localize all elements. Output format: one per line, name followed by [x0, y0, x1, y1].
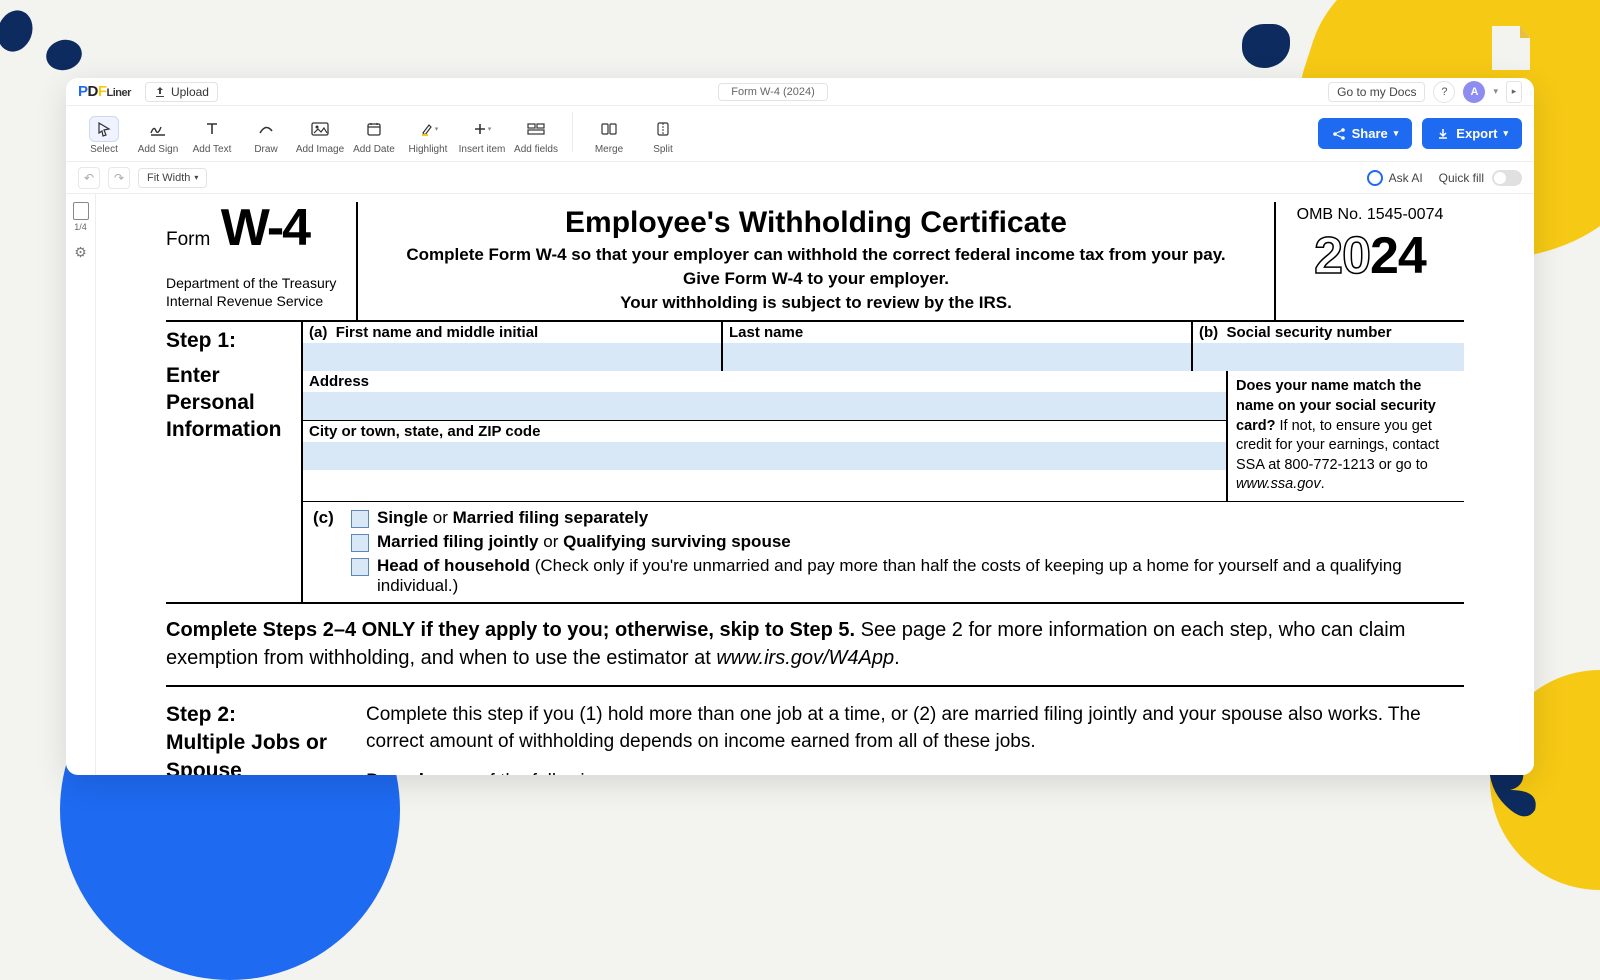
form-title: Employee's Withholding Certificate [368, 206, 1264, 240]
decorative-blob [0, 0, 110, 90]
brand-logo[interactable]: PDFLiner [78, 83, 131, 100]
calendar-icon [359, 116, 389, 142]
merge-tool[interactable]: Merge [583, 112, 635, 155]
collapse-button[interactable]: ▸ [1506, 81, 1522, 103]
address-field[interactable] [303, 392, 1226, 420]
add-date-tool[interactable]: Add Date [348, 112, 400, 155]
step-note: Complete Steps 2–4 ONLY if they apply to… [166, 604, 1464, 687]
step-text: Do only one of the following. [366, 768, 1464, 775]
step-1: Step 1: Enter Personal Information (a) F… [166, 322, 1464, 603]
chevron-down-icon: ▾ [1503, 128, 1508, 139]
ask-ai-button[interactable]: Ask AI [1367, 170, 1423, 186]
form-subtitle: Complete Form W-4 so that your employer … [368, 243, 1264, 267]
pencil-icon [251, 116, 281, 142]
form-w4: Form W-4 Department of the Treasury Inte… [166, 202, 1464, 775]
highlight-tool[interactable]: ▾ Highlight [402, 112, 454, 155]
married-jointly-checkbox[interactable] [351, 534, 369, 552]
download-icon [1436, 127, 1450, 141]
quick-fill-toggle: Quick fill [1439, 170, 1522, 186]
add-image-tool[interactable]: Add Image [294, 112, 346, 155]
left-rail: 1/4 ⚙ [66, 194, 96, 775]
step-label: Step 1: [166, 328, 297, 355]
chevron-down-icon: ▾ [194, 173, 198, 182]
city-state-zip-field[interactable] [303, 442, 1226, 470]
form-word: Form [166, 229, 210, 251]
document-canvas[interactable]: Form W-4 Department of the Treasury Inte… [96, 194, 1534, 775]
ssn-field[interactable] [1193, 343, 1464, 371]
page-thumbnails-button[interactable]: 1/4 [73, 202, 89, 232]
form-header: Form W-4 Department of the Treasury Inte… [166, 202, 1464, 322]
decorative-blob [1242, 24, 1290, 68]
split-tool[interactable]: Split [637, 112, 689, 155]
plus-icon: ▾ [467, 116, 497, 142]
image-icon [305, 116, 335, 142]
single-checkbox[interactable] [351, 510, 369, 528]
workspace: 1/4 ⚙ Form W-4 Department of the Treasur… [66, 194, 1534, 775]
form-subtitle: Your withholding is subject to review by… [368, 291, 1264, 315]
topbar: PDFLiner Upload Form W-4 (2024) Go to my… [66, 78, 1534, 106]
redo-button[interactable]: ↷ [108, 167, 130, 189]
signature-icon [143, 116, 173, 142]
step-title: Multiple Jobs or Spouse [166, 729, 358, 775]
omb-number: OMB No. 1545-0074 [1282, 206, 1458, 224]
select-tool[interactable]: Select [78, 112, 130, 155]
avatar[interactable]: A [1463, 81, 1485, 103]
page-icon [73, 202, 89, 220]
upload-button[interactable]: Upload [145, 82, 218, 102]
head-of-household-checkbox[interactable] [351, 558, 369, 576]
form-code: W-4 [221, 206, 309, 250]
step-2: Step 2: Multiple Jobs or Spouse Complete… [166, 687, 1464, 775]
ssn-note: Does your name match the name on your so… [1226, 371, 1464, 500]
export-button[interactable]: Export ▾ [1422, 118, 1522, 149]
gear-icon: ⚙ [74, 244, 87, 261]
share-button[interactable]: Share ▾ [1318, 118, 1413, 149]
last-name-field[interactable] [723, 343, 1191, 371]
subtoolbar: ↶ ↷ Fit Width ▾ Ask AI Quick fill [66, 162, 1534, 194]
step-title: Enter Personal Information [166, 363, 297, 444]
upload-icon [154, 86, 166, 98]
toolbar: Select Add Sign Add Text Draw Add Image [66, 106, 1534, 162]
share-icon [1332, 127, 1346, 141]
merge-icon [594, 116, 624, 142]
dept-line: Internal Revenue Service [166, 293, 350, 311]
help-button[interactable]: ? [1433, 81, 1455, 103]
app-window: PDFLiner Upload Form W-4 (2024) Go to my… [66, 78, 1534, 775]
undo-button[interactable]: ↶ [78, 167, 100, 189]
highlighter-icon: ▾ [413, 116, 443, 142]
upload-label: Upload [171, 85, 209, 99]
avatar-menu-caret[interactable]: ▾ [1493, 86, 1498, 97]
insert-item-tool[interactable]: ▾ Insert item [456, 112, 508, 155]
toolbar-separator [572, 112, 573, 152]
form-subtitle: Give Form W-4 to your employer. [368, 267, 1264, 291]
text-icon [197, 116, 227, 142]
add-text-tool[interactable]: Add Text [186, 112, 238, 155]
step-label: Step 2: [166, 701, 358, 729]
ai-icon [1367, 170, 1383, 186]
split-icon [648, 116, 678, 142]
quick-fill-switch[interactable] [1492, 170, 1522, 186]
add-fields-tool[interactable]: Add fields [510, 112, 562, 155]
pdf-logo-icon [1480, 18, 1540, 78]
document-title[interactable]: Form W-4 (2024) [718, 83, 828, 101]
form-year: 2024 [1282, 230, 1458, 282]
draw-tool[interactable]: Draw [240, 112, 292, 155]
chevron-down-icon: ▾ [1394, 128, 1399, 139]
first-name-field[interactable] [303, 343, 721, 371]
settings-button[interactable]: ⚙ [74, 244, 87, 261]
step-text: Complete this step if you (1) hold more … [366, 701, 1464, 756]
zoom-select[interactable]: Fit Width ▾ [138, 168, 207, 188]
add-sign-tool[interactable]: Add Sign [132, 112, 184, 155]
go-to-docs-button[interactable]: Go to my Docs [1328, 82, 1425, 102]
dept-line: Department of the Treasury [166, 275, 350, 293]
cursor-icon [89, 116, 119, 142]
fields-icon [521, 116, 551, 142]
